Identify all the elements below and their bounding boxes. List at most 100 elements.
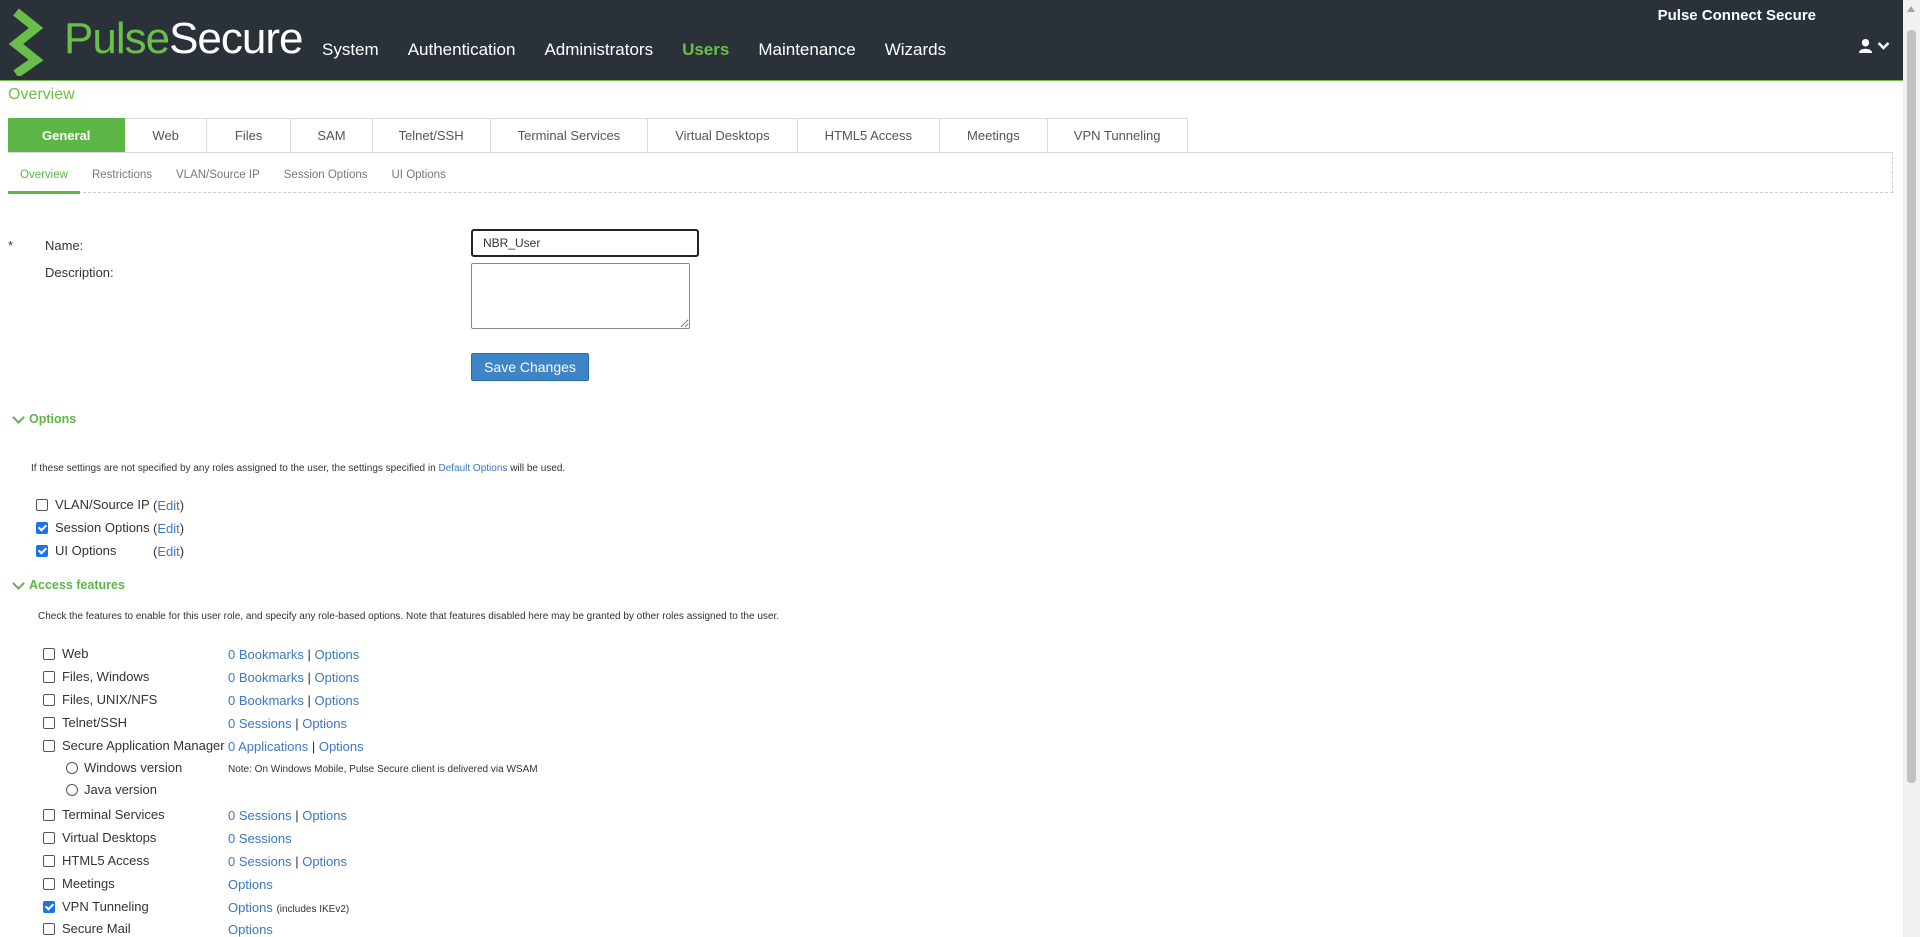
subtab-overview[interactable]: Overview xyxy=(8,152,80,194)
tab-telnet-ssh[interactable]: Telnet/SSH xyxy=(372,118,491,152)
tab-virtual-desktops[interactable]: Virtual Desktops xyxy=(648,118,798,152)
tab-terminal-services[interactable]: Terminal Services xyxy=(490,118,649,152)
save-changes-button[interactable]: Save Changes xyxy=(471,353,589,381)
tab-meetings[interactable]: Meetings xyxy=(940,118,1048,152)
subtab-session-options[interactable]: Session Options xyxy=(272,152,380,192)
session-options-edit-link[interactable]: Edit xyxy=(157,521,179,536)
sam-checkbox[interactable] xyxy=(43,739,55,752)
vlan-edit: (Edit) xyxy=(153,498,185,513)
terminal-sessions-link[interactable]: 0 Sessions xyxy=(228,808,292,823)
secure-mail-checkbox[interactable] xyxy=(43,922,55,935)
tab-web[interactable]: Web xyxy=(125,118,207,152)
ui-edit: (Edit) xyxy=(153,544,185,559)
tab-html5-access[interactable]: HTML5 Access xyxy=(797,118,941,152)
sub-tabs: Overview Restrictions VLAN/Source IP Ses… xyxy=(8,152,1893,194)
web-options-link[interactable]: Options xyxy=(314,647,359,662)
files-windows-options-link[interactable]: Options xyxy=(314,670,359,685)
page-title: Overview xyxy=(8,86,75,103)
ui-options-edit-link[interactable]: Edit xyxy=(157,544,179,559)
secure-mail-options-link[interactable]: Options xyxy=(228,922,273,937)
telnet-sessions-link[interactable]: 0 Sessions xyxy=(228,716,292,731)
name-input[interactable] xyxy=(471,229,699,257)
description-label: Description: xyxy=(45,265,114,280)
tab-sam[interactable]: SAM xyxy=(291,118,373,152)
feature-label: Files, Windows xyxy=(62,669,150,684)
logo-secure-text: Secure xyxy=(169,14,303,63)
files-windows-links: 0 Bookmarks | Options xyxy=(228,670,360,685)
vlan-source-ip-checkbox[interactable] xyxy=(36,498,48,511)
tab-vpn-tunneling[interactable]: VPN Tunneling xyxy=(1047,118,1188,152)
feature-meetings-row: Meetings xyxy=(43,876,115,891)
files-windows-checkbox[interactable] xyxy=(43,670,55,683)
option-label: UI Options xyxy=(55,543,117,558)
nav-users[interactable]: Users xyxy=(682,40,729,60)
web-bookmarks-link[interactable]: 0 Bookmarks xyxy=(228,647,304,662)
meetings-options-link[interactable]: Options xyxy=(228,877,273,892)
page-scrollbar[interactable] xyxy=(1903,0,1920,937)
nav-administrators[interactable]: Administrators xyxy=(544,40,653,60)
files-unix-options-link[interactable]: Options xyxy=(314,693,359,708)
feature-label: HTML5 Access xyxy=(62,853,150,868)
name-label: Name: xyxy=(45,238,84,253)
options-section-header[interactable]: Options xyxy=(12,410,76,426)
nav-system[interactable]: System xyxy=(322,40,379,60)
user-menu[interactable] xyxy=(1858,38,1890,53)
web-checkbox[interactable] xyxy=(43,647,55,660)
feature-files-windows-row: Files, Windows xyxy=(43,669,149,684)
subtab-ui-options[interactable]: UI Options xyxy=(380,152,458,192)
secure-mail-links: Options xyxy=(228,922,273,937)
files-windows-bookmarks-link[interactable]: 0 Bookmarks xyxy=(228,670,304,685)
html5-links: 0 Sessions | Options xyxy=(228,854,348,869)
nav-maintenance[interactable]: Maintenance xyxy=(758,40,855,60)
sam-options-link[interactable]: Options xyxy=(319,739,364,754)
html5-access-checkbox[interactable] xyxy=(43,854,55,867)
main-nav: System Authentication Administrators Use… xyxy=(322,40,975,60)
option-session-row: Session Options xyxy=(36,520,150,535)
feature-files-unix-row: Files, UNIX/NFS xyxy=(43,692,157,707)
tab-general[interactable]: General xyxy=(8,118,126,152)
terminal-services-checkbox[interactable] xyxy=(43,808,55,821)
feature-label: Meetings xyxy=(62,876,115,891)
tab-files[interactable]: Files xyxy=(206,118,292,152)
nav-wizards[interactable]: Wizards xyxy=(885,40,946,60)
vpn-links: Options (includes IKEv2) xyxy=(228,900,349,915)
subtab-vlan-source-ip[interactable]: VLAN/Source IP xyxy=(164,152,272,192)
required-mark: * xyxy=(8,238,14,253)
nav-authentication[interactable]: Authentication xyxy=(408,40,516,60)
virtual-desktops-links: 0 Sessions xyxy=(228,831,292,846)
session-options-checkbox[interactable] xyxy=(36,521,48,534)
chevron-down-icon xyxy=(12,410,25,424)
telnet-ssh-checkbox[interactable] xyxy=(43,716,55,729)
pulse-secure-logo[interactable]: PulseSecure xyxy=(6,6,306,76)
scroll-up-icon[interactable] xyxy=(1907,6,1915,12)
sam-java-radio[interactable] xyxy=(66,783,78,796)
telnet-options-link[interactable]: Options xyxy=(302,716,347,731)
subtab-restrictions[interactable]: Restrictions xyxy=(80,152,164,192)
meetings-checkbox[interactable] xyxy=(43,877,55,890)
scroll-thumb[interactable] xyxy=(1907,30,1916,783)
virtual-desktops-sessions-link[interactable]: 0 Sessions xyxy=(228,831,292,846)
vpn-tunneling-checkbox[interactable] xyxy=(43,900,55,913)
files-unix-bookmarks-link[interactable]: 0 Bookmarks xyxy=(228,693,304,708)
files-unix-checkbox[interactable] xyxy=(43,693,55,706)
radio-label: Windows version xyxy=(84,760,183,775)
chevron-down-icon xyxy=(1877,41,1890,50)
vlan-edit-link[interactable]: Edit xyxy=(157,498,179,513)
access-features-heading: Access features xyxy=(29,578,125,592)
sam-windows-row: Windows version xyxy=(66,760,182,775)
vpn-options-link[interactable]: Options xyxy=(228,900,273,915)
terminal-options-link[interactable]: Options xyxy=(302,808,347,823)
feature-telnet-row: Telnet/SSH xyxy=(43,715,127,730)
default-options-link[interactable]: Default Options xyxy=(438,463,507,474)
html5-sessions-link[interactable]: 0 Sessions xyxy=(228,854,292,869)
virtual-desktops-checkbox[interactable] xyxy=(43,831,55,844)
sam-applications-link[interactable]: 0 Applications xyxy=(228,739,308,754)
description-textarea[interactable] xyxy=(471,263,690,329)
wsam-note: Note: On Windows Mobile, Pulse Secure cl… xyxy=(228,764,538,775)
ui-options-checkbox[interactable] xyxy=(36,544,48,557)
sam-windows-radio[interactable] xyxy=(66,761,78,774)
access-features-header[interactable]: Access features xyxy=(12,576,125,592)
top-header: PulseSecure System Authentication Admini… xyxy=(0,0,1920,81)
html5-options-link[interactable]: Options xyxy=(302,854,347,869)
sam-links: 0 Applications | Options xyxy=(228,739,364,754)
